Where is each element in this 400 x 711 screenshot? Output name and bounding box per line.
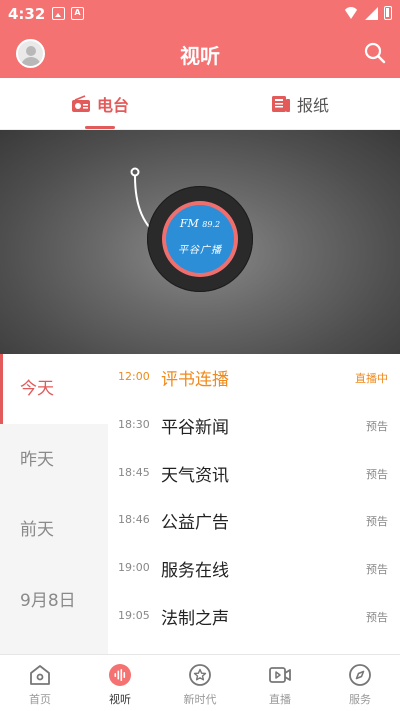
wifi-icon bbox=[343, 7, 359, 19]
nav-live[interactable]: 直播 bbox=[240, 655, 320, 711]
nav-new-era[interactable]: 新时代 bbox=[160, 655, 240, 711]
program-time: 18:45 bbox=[118, 466, 150, 479]
status-bar: 4:32 A bbox=[0, 0, 400, 28]
disc-label: FM 89.2 平谷广播 bbox=[166, 205, 234, 273]
day-today[interactable]: 今天 bbox=[0, 354, 108, 424]
compass-icon bbox=[349, 664, 371, 686]
notification-icons: A bbox=[52, 7, 84, 20]
frequency-value: 89.2 bbox=[202, 220, 221, 229]
program-title: 天气资讯 bbox=[161, 466, 229, 486]
program-time: 19:05 bbox=[118, 609, 150, 622]
program-title: 服务在线 bbox=[161, 561, 229, 581]
home-icon bbox=[30, 665, 50, 685]
radio-icon bbox=[71, 95, 90, 112]
day-sep-8[interactable]: 9月8日 bbox=[0, 566, 108, 636]
tab-active-indicator bbox=[85, 126, 115, 129]
tab-radio[interactable]: 电台 bbox=[0, 78, 200, 130]
bottom-nav: 首页 视听 新时代 直播 服务 bbox=[0, 654, 400, 711]
nav-live-label: 直播 bbox=[269, 693, 291, 706]
disc-label-ring: FM 89.2 平谷广播 bbox=[162, 201, 238, 277]
list-item[interactable]: 19:00 服务在线 预告 bbox=[108, 545, 400, 592]
audio-wave-icon bbox=[109, 664, 131, 686]
star-badge-icon bbox=[189, 664, 211, 686]
image-notification-icon bbox=[52, 7, 65, 20]
list-item[interactable]: 18:30 平谷新闻 预告 bbox=[108, 402, 400, 449]
program-time: 19:00 bbox=[118, 561, 150, 574]
program-time: 18:46 bbox=[118, 513, 150, 526]
program-title: 平谷新闻 bbox=[161, 418, 229, 438]
list-item[interactable]: 12:00 评书连播 直播中 bbox=[108, 354, 400, 401]
nav-home-label: 首页 bbox=[29, 693, 51, 706]
radio-banner: FM 89.2 平谷广播 bbox=[0, 130, 400, 354]
page-title: 视听 bbox=[180, 44, 220, 68]
status-time: 4:32 bbox=[8, 5, 46, 23]
list-item[interactable]: 18:46 公益广告 预告 bbox=[108, 497, 400, 544]
battery-icon bbox=[384, 6, 392, 20]
nav-new-era-label: 新时代 bbox=[183, 693, 217, 706]
search-icon[interactable] bbox=[364, 42, 386, 64]
nav-service-label: 服务 bbox=[349, 693, 371, 706]
tab-bar: 电台 报纸 bbox=[0, 78, 400, 130]
newspaper-icon bbox=[271, 96, 290, 112]
nav-service[interactable]: 服务 bbox=[320, 655, 400, 711]
program-status: 预告 bbox=[366, 420, 388, 433]
day-yesterday[interactable]: 昨天 bbox=[0, 425, 108, 495]
station-name: 平谷广播 bbox=[178, 245, 222, 256]
tab-newspaper[interactable]: 报纸 bbox=[200, 78, 400, 130]
program-status: 预告 bbox=[366, 611, 388, 624]
app-header: 视听 bbox=[0, 28, 400, 78]
tab-radio-label: 电台 bbox=[96, 96, 129, 115]
system-icons bbox=[343, 6, 392, 20]
program-time: 18:30 bbox=[118, 418, 150, 431]
frequency-text: FM 89.2 bbox=[166, 217, 234, 230]
tab-newspaper-label: 报纸 bbox=[296, 96, 329, 115]
signal-icon bbox=[365, 6, 378, 20]
text-notification-icon: A bbox=[71, 7, 84, 20]
program-title: 公益广告 bbox=[161, 513, 229, 533]
program-status: 预告 bbox=[366, 515, 388, 528]
program-list: 12:00 评书连播 直播中 18:30 平谷新闻 预告 18:45 天气资讯 … bbox=[108, 354, 400, 654]
nav-audiovisual-label: 视听 bbox=[109, 693, 131, 706]
program-status: 直播中 bbox=[355, 372, 388, 385]
vinyl-disc[interactable]: FM 89.2 平谷广播 bbox=[147, 186, 253, 292]
video-icon bbox=[269, 667, 291, 683]
nav-audiovisual[interactable]: 视听 bbox=[80, 655, 160, 711]
program-title: 评书连播 bbox=[161, 370, 229, 390]
program-status: 预告 bbox=[366, 468, 388, 481]
fm-label: FM bbox=[179, 217, 199, 230]
list-item[interactable]: 19:05 法制之声 预告 bbox=[108, 593, 400, 640]
list-item[interactable]: 18:45 天气资讯 预告 bbox=[108, 450, 400, 497]
day-before-yesterday[interactable]: 前天 bbox=[0, 495, 108, 565]
program-time: 12:00 bbox=[118, 370, 150, 383]
program-status: 预告 bbox=[366, 563, 388, 576]
program-title: 法制之声 bbox=[161, 609, 229, 629]
nav-home[interactable]: 首页 bbox=[0, 655, 80, 711]
day-selector: 今天 昨天 前天 9月8日 bbox=[0, 354, 108, 654]
